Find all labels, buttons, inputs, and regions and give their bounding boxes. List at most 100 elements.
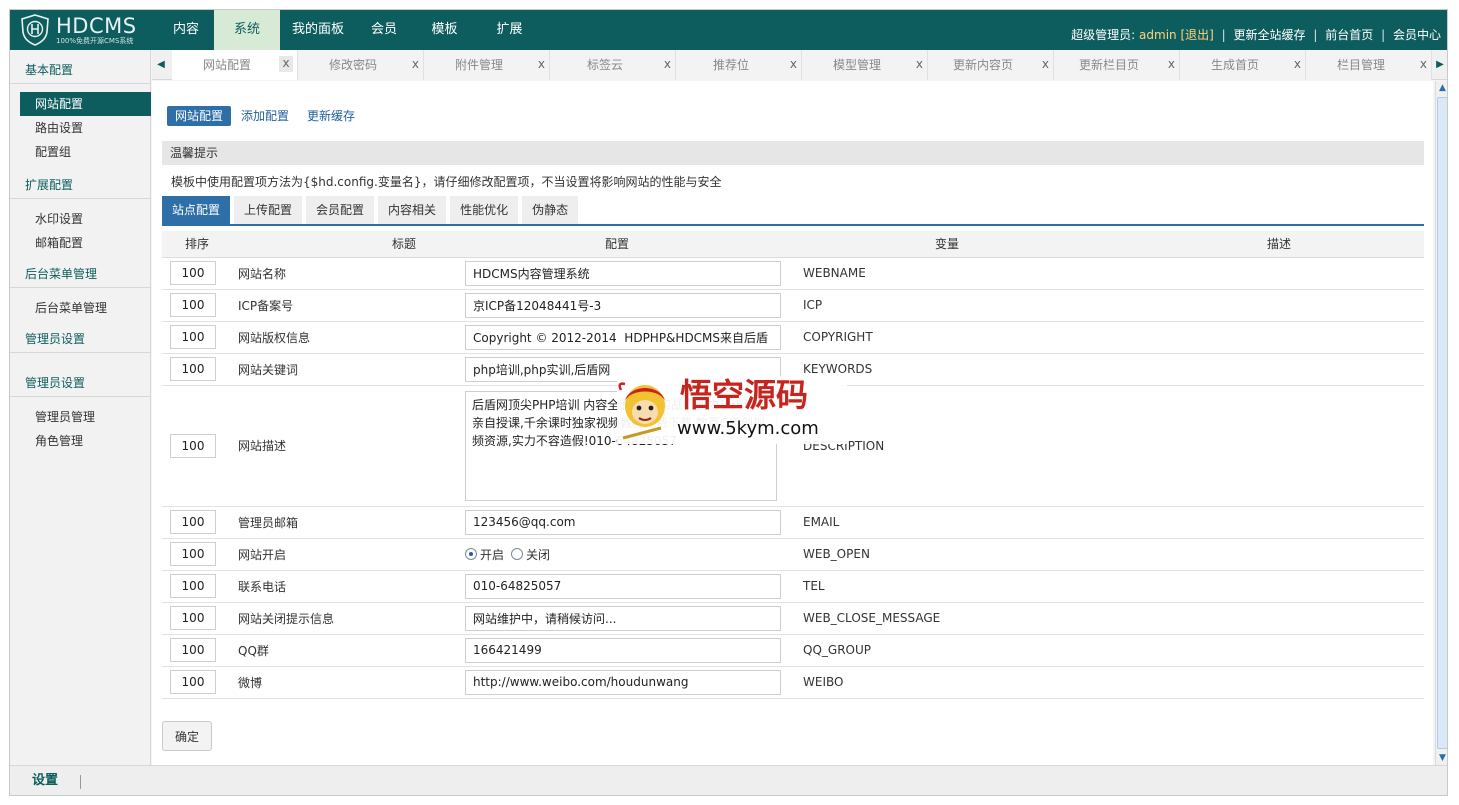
order-input[interactable]: [170, 293, 216, 317]
subnav-update-cache[interactable]: 更新缓存: [299, 106, 363, 126]
order-input[interactable]: [170, 357, 216, 381]
config-tab-performance[interactable]: 性能优化: [450, 196, 519, 224]
tab-category-manage[interactable]: 栏目管理 x: [1306, 50, 1432, 80]
icp-input[interactable]: [465, 292, 781, 318]
frontend-home-link[interactable]: 前台首页: [1325, 28, 1373, 42]
tab-close-icon[interactable]: x: [1042, 50, 1049, 80]
tab-label: 更新栏目页: [1078, 58, 1139, 72]
sidebar-group-title[interactable]: 管理员设置: [10, 325, 151, 353]
sidebar-item-admin-manage[interactable]: 管理员管理: [10, 405, 151, 429]
monkey-king-logo-icon: [618, 382, 665, 440]
scroll-thumb[interactable]: [1437, 97, 1447, 749]
tab-change-password[interactable]: 修改密码 x: [298, 50, 424, 80]
tab-scroll-left-icon[interactable]: ◀: [152, 50, 170, 80]
watermark: 悟空源码 www.5kym.com: [617, 376, 847, 444]
order-input[interactable]: [170, 542, 216, 566]
order-input[interactable]: [170, 433, 216, 458]
sidebar-item-config-group[interactable]: 配置组: [10, 140, 151, 164]
copyright-input[interactable]: [465, 324, 781, 350]
row-title: 网站开启: [232, 538, 457, 571]
scroll-up-icon[interactable]: ▲: [1436, 81, 1447, 95]
logout-link[interactable]: [退出]: [1180, 28, 1213, 42]
tab-close-icon[interactable]: x: [916, 50, 923, 80]
sub-nav: 网站配置 添加配置 更新缓存: [167, 106, 365, 126]
config-tab-member[interactable]: 会员配置: [306, 196, 375, 224]
row-description: [1107, 257, 1424, 290]
order-input[interactable]: [170, 261, 216, 285]
refresh-cache-link[interactable]: 更新全站缓存: [1234, 28, 1306, 42]
topnav-templates[interactable]: 模板: [412, 10, 477, 50]
bottom-label[interactable]: 设置: [32, 766, 58, 795]
topnav-content[interactable]: 内容: [158, 10, 214, 50]
sidebar-group-basic: 基本配置 网站配置 路由设置 配置组: [10, 56, 151, 164]
row-description: [1107, 506, 1424, 539]
row-variable: WEIBO: [787, 666, 1107, 699]
config-tab-upload[interactable]: 上传配置: [234, 196, 303, 224]
table-row: 管理员邮箱 EMAIL: [162, 506, 1424, 539]
tab-close-icon[interactable]: x: [412, 50, 419, 80]
weibo-input[interactable]: [465, 669, 781, 695]
tab-site-config[interactable]: 网站配置 x: [172, 50, 298, 80]
tab-attachments[interactable]: 附件管理 x: [424, 50, 550, 80]
sidebar-item-menu-manage[interactable]: 后台菜单管理: [10, 296, 151, 320]
radio-open-label[interactable]: 开启: [480, 546, 504, 563]
order-input[interactable]: [170, 606, 216, 630]
tab-close-icon[interactable]: x: [1294, 50, 1301, 80]
site-name-input[interactable]: [465, 260, 781, 286]
topnav-extensions[interactable]: 扩展: [477, 10, 542, 50]
tab-close-icon[interactable]: x: [279, 56, 293, 72]
scroll-down-icon[interactable]: ▼: [1436, 751, 1447, 765]
sidebar-item-role-manage[interactable]: 角色管理: [10, 429, 151, 453]
submit-button[interactable]: 确定: [162, 721, 212, 751]
phone-input[interactable]: [465, 573, 781, 599]
email-input[interactable]: [465, 509, 781, 535]
table-row: 网站版权信息 COPYRIGHT: [162, 321, 1424, 354]
order-input[interactable]: [170, 670, 216, 694]
divider: [80, 775, 81, 789]
order-input[interactable]: [170, 638, 216, 662]
topnav-my-panel[interactable]: 我的面板: [280, 10, 356, 50]
shield-logo-icon: [21, 14, 49, 46]
close-message-input[interactable]: [465, 605, 781, 631]
radio-open[interactable]: [465, 548, 477, 560]
sidebar-item-site-config[interactable]: 网站配置: [20, 92, 151, 116]
tab-close-icon[interactable]: x: [790, 50, 797, 80]
row-description: [1107, 289, 1424, 322]
topnav-members[interactable]: 会员: [356, 10, 412, 50]
tab-update-category[interactable]: 更新栏目页 x: [1054, 50, 1180, 80]
tab-close-icon[interactable]: x: [1168, 50, 1175, 80]
tab-scroll-right-icon[interactable]: ▶: [1431, 50, 1447, 80]
tab-tag-cloud[interactable]: 标签云 x: [550, 50, 676, 80]
row-title: 管理员邮箱: [232, 506, 457, 539]
sidebar-item-email[interactable]: 邮箱配置: [10, 231, 151, 255]
config-tab-content[interactable]: 内容相关: [378, 196, 447, 224]
sidebar-item-watermark[interactable]: 水印设置: [10, 207, 151, 231]
qq-group-input[interactable]: [465, 637, 781, 663]
topnav-system[interactable]: 系统: [214, 10, 280, 50]
config-tab-site[interactable]: 站点配置: [162, 196, 231, 224]
row-title: 网站版权信息: [232, 321, 457, 354]
tab-label: 生成首页: [1210, 58, 1259, 72]
tab-close-icon[interactable]: x: [538, 50, 545, 80]
subnav-add-config[interactable]: 添加配置: [233, 106, 297, 126]
radio-closed[interactable]: [511, 548, 524, 560]
order-input[interactable]: [170, 325, 216, 349]
config-tabs: 站点配置 上传配置 会员配置 内容相关 性能优化 伪静态: [162, 196, 1424, 226]
config-tab-rewrite[interactable]: 伪静态: [522, 196, 579, 224]
subnav-site-config[interactable]: 网站配置: [167, 106, 232, 126]
table-row: 网站关闭提示信息 WEB_CLOSE_MESSAGE: [162, 602, 1424, 635]
tab-recommend[interactable]: 推荐位 x: [676, 50, 802, 80]
order-input[interactable]: [170, 510, 216, 534]
order-input[interactable]: [170, 574, 216, 598]
tab-generate-home[interactable]: 生成首页 x: [1180, 50, 1306, 80]
tab-close-icon[interactable]: x: [664, 50, 671, 80]
row-description: [1107, 385, 1424, 507]
vertical-scrollbar[interactable]: ▲ ▼: [1435, 81, 1447, 765]
tab-update-content[interactable]: 更新内容页 x: [928, 50, 1054, 80]
radio-closed-label[interactable]: 关闭: [526, 546, 550, 563]
sidebar-item-route[interactable]: 路由设置: [10, 116, 151, 140]
tab-close-icon[interactable]: x: [1420, 50, 1427, 80]
member-center-link[interactable]: 会员中心: [1393, 28, 1441, 42]
table-row: 网站开启 开启 关闭 WEB_OPEN: [162, 538, 1424, 571]
tab-models[interactable]: 模型管理 x: [802, 50, 928, 80]
